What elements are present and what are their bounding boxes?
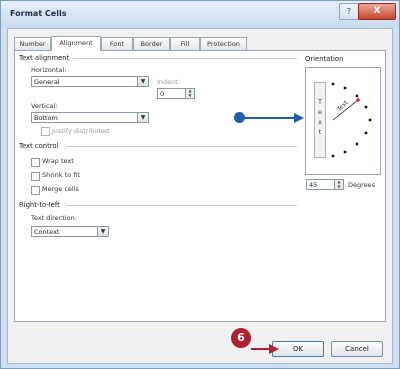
wrap-text-checkbox[interactable] <box>31 158 40 167</box>
callout-arrow-line <box>244 117 296 119</box>
divider <box>73 58 297 59</box>
text-control-group-label: Text control <box>19 142 59 150</box>
indent-label: Indent: <box>157 78 181 86</box>
tab-number[interactable]: Number <box>14 37 51 50</box>
text-direction-value: Context <box>34 228 60 236</box>
help-button[interactable]: ? <box>339 3 359 20</box>
vertical-select[interactable]: Bottom ▼ <box>31 112 149 123</box>
callout-arrow-head-icon <box>294 113 304 123</box>
title-bar[interactable]: Format Cells ? X <box>1 1 399 27</box>
spinner-arrows-icon[interactable]: ▲ ▼ <box>185 88 194 98</box>
dialog-body: Number Alignment Font Border Fill Protec… <box>7 28 393 364</box>
chevron-down-icon: ▼ <box>137 77 148 86</box>
alignment-panel: Text alignment Horizontal: General ▼ Ind… <box>14 50 386 322</box>
dialog-title: Format Cells <box>10 9 67 18</box>
justify-distributed-checkbox[interactable] <box>41 127 50 136</box>
divider <box>67 205 297 206</box>
degrees-label: Degrees <box>348 181 376 189</box>
vertical-text-sample: T e x t <box>318 98 322 136</box>
tab-font[interactable]: Font <box>101 37 133 50</box>
degrees-value: 45 <box>309 181 318 189</box>
shrink-to-fit-label: Shrink to fit <box>42 171 80 179</box>
format-cells-dialog: Format Cells ? X Number Alignment Font B… <box>0 0 400 369</box>
text-alignment-group-label: Text alignment <box>19 54 70 62</box>
degrees-spinner[interactable]: 45 ▲ ▼ <box>306 179 344 190</box>
text-direction-select[interactable]: Context ▼ <box>31 226 109 237</box>
justify-distributed-label: Justify distributed <box>52 127 110 135</box>
orientation-group-label: Orientation <box>305 55 344 63</box>
orientation-box[interactable]: T e x t Text <box>305 67 381 175</box>
tab-alignment[interactable]: Alignment <box>51 36 101 51</box>
merge-cells-checkbox[interactable] <box>31 186 40 195</box>
cancel-button[interactable]: Cancel <box>331 341 383 357</box>
tab-fill[interactable]: Fill <box>170 37 200 50</box>
indent-spinner[interactable]: 0 ▲ ▼ <box>157 88 195 99</box>
tab-border[interactable]: Border <box>133 37 170 50</box>
shrink-to-fit-checkbox[interactable] <box>31 172 40 181</box>
horizontal-select-value: General <box>34 78 60 86</box>
horizontal-label: Horizontal: <box>31 66 67 74</box>
vertical-select-value: Bottom <box>34 114 58 122</box>
wrap-text-label: Wrap text <box>42 157 74 165</box>
chevron-down-icon: ▼ <box>137 113 148 122</box>
close-button[interactable]: X <box>358 3 396 20</box>
orientation-dial[interactable] <box>328 80 380 160</box>
tab-protection[interactable]: Protection <box>200 37 247 50</box>
horizontal-select[interactable]: General ▼ <box>31 76 149 87</box>
merge-cells-label: Merge cells <box>42 185 79 193</box>
spinner-arrows-icon[interactable]: ▲ ▼ <box>334 179 343 189</box>
text-direction-label: Text direction: <box>31 214 77 222</box>
step-number-badge: 6 <box>231 328 251 348</box>
vertical-text-button[interactable]: T e x t <box>314 82 326 158</box>
vertical-label: Vertical: <box>31 102 58 110</box>
ok-button[interactable]: OK <box>272 341 324 357</box>
divider <box>67 146 297 147</box>
right-to-left-group-label: Right-to-left <box>19 201 60 209</box>
step-arrow-line <box>251 348 271 350</box>
chevron-down-icon: ▼ <box>97 227 108 236</box>
step-arrow-head-icon <box>269 344 279 354</box>
indent-value: 0 <box>160 90 165 98</box>
